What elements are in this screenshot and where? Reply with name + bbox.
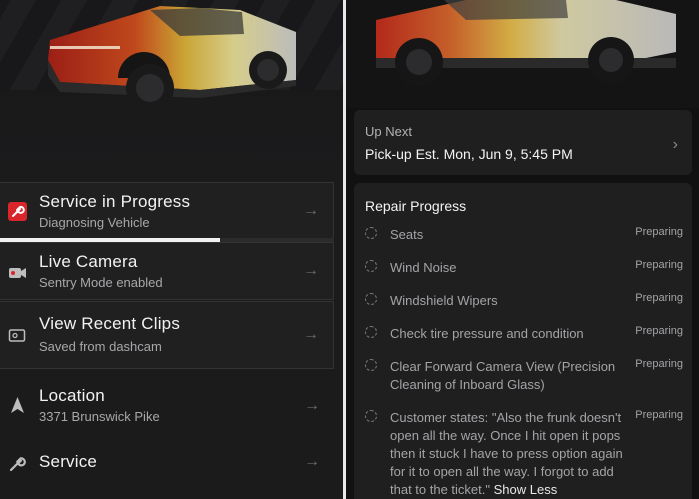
task-status: Preparing <box>635 259 683 271</box>
service-item[interactable]: Service → <box>0 438 334 488</box>
chevron-right-icon: → <box>304 453 320 470</box>
task-status: Preparing <box>635 226 683 238</box>
live-camera-title: Live Camera <box>39 252 138 271</box>
show-less-link[interactable]: Show Less <box>494 482 558 497</box>
location-address: 3371 Brunswick Pike <box>39 409 160 424</box>
task-item: Windshield Wipers Preparing <box>365 292 685 312</box>
task-name: Check tire pressure and condition <box>390 326 584 341</box>
vehicle-panel: Service in Progress Diagnosing Vehicle →… <box>0 0 343 499</box>
pending-circle-icon <box>365 293 377 305</box>
clips-icon <box>8 329 26 342</box>
vehicle-hero-right <box>346 0 699 108</box>
task-name: Clear Forward Camera View (Precision Cle… <box>390 359 616 392</box>
view-recent-clips-item[interactable]: View Recent Clips Saved from dashcam → <box>0 301 334 369</box>
view-recent-clips-title: View Recent Clips <box>39 314 181 333</box>
task-status: Preparing <box>635 325 683 337</box>
chevron-right-icon: → <box>303 262 319 279</box>
repair-progress-title: Repair Progress <box>365 198 467 214</box>
pending-circle-icon <box>365 326 377 338</box>
location-arrow-icon <box>11 397 24 413</box>
pending-circle-icon <box>365 260 377 272</box>
location-title: Location <box>39 386 105 405</box>
wrench-icon <box>8 202 27 221</box>
up-next-label: Up Next <box>365 124 412 139</box>
vehicle-image <box>376 0 676 86</box>
view-recent-clips-subtitle: Saved from dashcam <box>39 339 162 354</box>
task-name: Customer states: "Also the frunk doesn't… <box>390 409 628 499</box>
live-camera-subtitle: Sentry Mode enabled <box>39 275 163 290</box>
task-name: Seats <box>390 227 424 242</box>
chevron-right-icon: → <box>303 326 319 343</box>
service-in-progress-item[interactable]: Service in Progress Diagnosing Vehicle → <box>0 182 334 240</box>
location-item[interactable]: Location 3371 Brunswick Pike → <box>0 378 334 436</box>
chevron-right-icon: → <box>303 202 319 219</box>
task-item: Wind Noise Preparing <box>365 259 685 279</box>
task-item: Clear Forward Camera View (Precision Cle… <box>365 358 685 398</box>
camera-icon <box>9 268 26 278</box>
up-next-card[interactable]: Up Next Pick-up Est. Mon, Jun 9, 5:45 PM… <box>354 110 692 175</box>
chevron-right-icon: → <box>304 397 320 414</box>
pending-circle-icon <box>365 410 377 422</box>
pending-circle-icon <box>365 359 377 371</box>
service-title: Service <box>39 452 98 471</box>
pending-circle-icon <box>365 227 377 239</box>
task-item: Seats Preparing <box>365 226 685 246</box>
live-camera-item[interactable]: Live Camera Sentry Mode enabled → <box>0 242 334 300</box>
task-status: Preparing <box>635 292 683 304</box>
repair-progress-card: Repair Progress Seats Preparing Wind Noi… <box>354 183 692 499</box>
chevron-right-icon: › <box>672 136 678 153</box>
service-in-progress-subtitle: Diagnosing Vehicle <box>39 215 150 230</box>
task-item: Customer states: "Also the frunk doesn't… <box>365 409 685 499</box>
task-name: Wind Noise <box>390 260 457 275</box>
task-status: Preparing <box>635 409 683 421</box>
vehicle-hero <box>0 0 343 182</box>
service-in-progress-title: Service in Progress <box>39 192 191 211</box>
pickup-estimate: Pick-up Est. Mon, Jun 9, 5:45 PM <box>365 146 573 162</box>
task-name: Windshield Wipers <box>390 293 498 308</box>
vehicle-image <box>48 6 296 112</box>
task-item: Check tire pressure and condition Prepar… <box>365 325 685 345</box>
task-status: Preparing <box>635 358 683 370</box>
service-detail-panel: Up Next Pick-up Est. Mon, Jun 9, 5:45 PM… <box>346 0 699 499</box>
wrench-icon <box>9 457 26 472</box>
